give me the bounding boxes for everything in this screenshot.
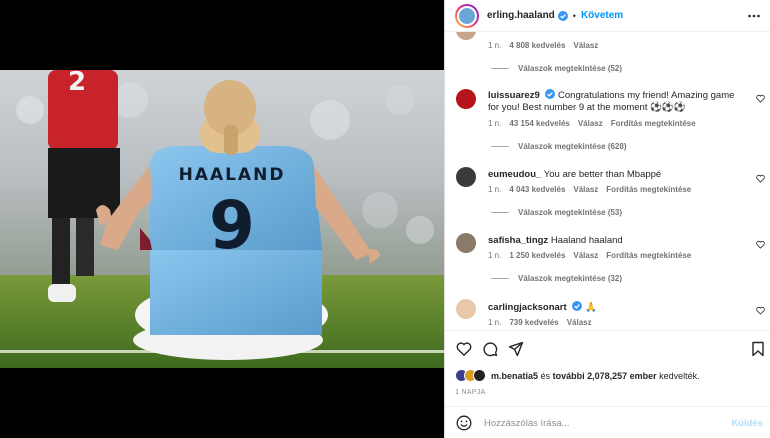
translate-button[interactable]: Fordítás megtekintése [606, 185, 691, 194]
comment-body: carlingjacksonart 🙏 [488, 301, 743, 314]
post-sidebar: erling.haaland • Követem 1 n. 4 808 kedve… [444, 0, 770, 438]
comment-composer: Küldés [445, 406, 770, 438]
post-comment-button[interactable]: Küldés [731, 418, 763, 429]
comment-text: 🙏 [584, 302, 597, 313]
view-replies-label: Válaszok megtekintése (628) [518, 142, 627, 151]
post-actions: m.benatia5 és további 2,078,257 ember ke… [445, 330, 770, 438]
jersey-number: 9 [209, 187, 255, 264]
heart-icon[interactable] [456, 341, 472, 357]
comment-avatar[interactable] [456, 167, 476, 187]
comment-username[interactable]: luissuarez9 [488, 90, 540, 101]
translate-button[interactable]: Fordítás megtekintése [611, 119, 696, 128]
verified-badge-icon [545, 89, 556, 99]
comment-time: 1 n. [488, 251, 502, 260]
comment-meta: 1 n. 4 043 kedvelés Válasz Fordítás megteki… [488, 185, 699, 194]
comment-input[interactable] [484, 417, 714, 429]
comment-icon[interactable] [482, 341, 498, 357]
comment-likes[interactable]: 43 154 kedvelés [509, 119, 570, 128]
comment-likes[interactable]: 1 250 kedvelés [509, 251, 565, 260]
reply-button[interactable]: Válasz [573, 251, 598, 260]
verified-badge-icon [572, 301, 583, 311]
reply-button[interactable]: Válasz [573, 41, 598, 50]
first-liker-username[interactable]: m.benatia5 [491, 371, 538, 381]
view-replies-button[interactable]: Válaszok megtekintése (52) [491, 64, 622, 73]
comment-time: 1 n. [488, 119, 502, 128]
view-replies-label: Válaszok megtekintése (53) [518, 208, 623, 217]
emoji-icon[interactable] [456, 415, 472, 431]
svg-text:2: 2 [68, 70, 86, 97]
media-pane: 2 HAALAND 9 [0, 0, 444, 438]
heart-icon[interactable] [756, 174, 765, 183]
comment-likes[interactable]: 4 808 kedvelés [509, 41, 565, 50]
share-icon[interactable] [508, 341, 524, 357]
author-avatar[interactable] [455, 3, 479, 28]
comment-meta: 1 n. 43 154 kedvelés Válasz Fordítás megtek… [488, 119, 704, 128]
view-replies-label: Válaszok megtekintése (52) [518, 64, 623, 73]
author-username[interactable]: erling.haaland [487, 10, 555, 21]
post-photo[interactable]: 2 HAALAND 9 [0, 70, 444, 368]
heart-icon[interactable] [756, 94, 765, 103]
view-replies-button[interactable]: Válaszok megtekintése (628) [491, 142, 627, 151]
likes-suffix: kedvelték. [659, 370, 700, 381]
comments-list[interactable]: 1 n. 4 808 kedvelés Válasz Válaszok megtek… [445, 32, 770, 330]
heart-icon[interactable] [756, 240, 765, 249]
comment-avatar[interactable] [456, 89, 476, 109]
reply-button[interactable]: Válasz [573, 185, 598, 194]
follow-button[interactable]: Követem [581, 10, 623, 21]
comment-body: safisha_tingz Haaland haaland [488, 235, 743, 247]
header-separator: • [572, 10, 576, 21]
comment-likes[interactable]: 739 kedvelés [509, 318, 558, 327]
post-header: erling.haaland • Követem [445, 0, 770, 32]
reply-button[interactable]: Válasz [567, 318, 592, 327]
comment-meta: 1 n. 739 kedvelés Válasz [488, 318, 600, 327]
photo-illustration: 2 HAALAND 9 [0, 70, 444, 368]
view-replies-button[interactable]: Válaszok megtekintése (32) [491, 274, 622, 283]
comment-likes[interactable]: 4 043 kedvelés [509, 185, 565, 194]
comment-time: 1 n. [488, 318, 502, 327]
comment-body: eumeudou_ You are better than Mbappé [488, 169, 743, 181]
comment-meta: 1 n. 4 808 kedvelés Válasz [488, 41, 606, 50]
reply-button[interactable]: Válasz [578, 119, 603, 128]
comment-avatar[interactable] [456, 32, 476, 40]
comment-username[interactable]: carlingjacksonart [488, 302, 567, 313]
instagram-post-viewer: 2 HAALAND 9 erling.haaland • Követem 1 n… [0, 0, 770, 438]
others-liked-link[interactable]: további 2,078,257 ember [553, 371, 657, 381]
comment-body: luissuarez9 Congratulations my friend! A… [488, 89, 743, 113]
view-replies-label: Válaszok megtekintése (32) [518, 274, 623, 283]
comment-avatar[interactable] [456, 299, 476, 319]
heart-icon[interactable] [756, 306, 765, 315]
translate-button[interactable]: Fordítás megtekintése [606, 251, 691, 260]
bookmark-icon[interactable] [750, 341, 766, 357]
comment-time: 1 n. [488, 41, 502, 50]
comment-text: Haaland haaland [550, 235, 623, 246]
comment-meta: 1 n. 1 250 kedvelés Válasz Fordítás megteki… [488, 251, 699, 260]
comment-username[interactable]: safisha_tingz [488, 235, 548, 246]
comment-text: You are better than Mbappé [543, 169, 662, 180]
liker-avatars[interactable] [455, 369, 486, 382]
comment-username[interactable]: eumeudou_ [488, 169, 541, 180]
likes-summary: m.benatia5 és további 2,078,257 ember ke… [455, 369, 700, 382]
verified-badge-icon [557, 10, 568, 21]
comment-time: 1 n. [488, 185, 502, 194]
post-timestamp[interactable]: 1 NAPJA [455, 389, 486, 396]
comment-avatar[interactable] [456, 233, 476, 253]
more-options-icon[interactable] [747, 9, 761, 23]
likes-connector: és [540, 370, 551, 381]
view-replies-button[interactable]: Válaszok megtekintése (53) [491, 208, 622, 217]
jersey-name: HAALAND [179, 165, 286, 185]
